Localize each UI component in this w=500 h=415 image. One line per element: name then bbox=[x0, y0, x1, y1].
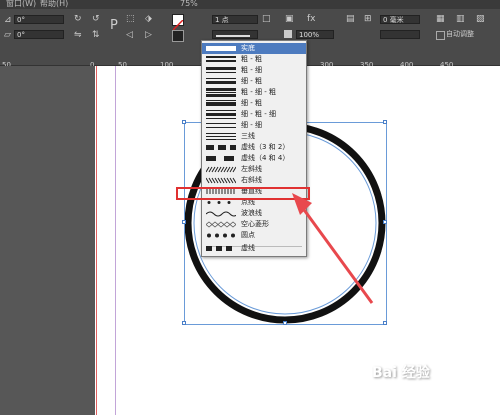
align-icon-3[interactable]: ▧ bbox=[476, 14, 485, 24]
align-icon-1[interactable]: ▦ bbox=[436, 14, 445, 24]
flip-v-icon[interactable]: ⇅ bbox=[92, 30, 100, 40]
select-prev-icon[interactable]: ◁ bbox=[126, 30, 133, 40]
stroke-option-thin-thick-2[interactable]: 细 - 粗 bbox=[202, 98, 306, 109]
rotate-ccw-icon[interactable]: ↺ bbox=[92, 14, 100, 24]
swatch-wavy bbox=[206, 211, 236, 217]
handle-ml[interactable] bbox=[182, 220, 186, 224]
auto-fit-checkbox[interactable] bbox=[436, 31, 445, 40]
fx-icon[interactable]: fx bbox=[307, 14, 316, 24]
shear-field[interactable]: 0° bbox=[14, 30, 64, 39]
handle-bl[interactable] bbox=[182, 321, 186, 325]
align-icon-2[interactable]: ▥ bbox=[456, 14, 465, 24]
opacity-field[interactable]: 100% bbox=[296, 30, 334, 39]
annotation-arrow bbox=[292, 193, 374, 304]
none-slash-icon bbox=[172, 19, 184, 31]
margin-guide bbox=[115, 66, 116, 415]
select-container-icon[interactable]: ⬚ bbox=[126, 14, 135, 24]
swatch-thick-thin bbox=[206, 67, 236, 73]
stroke-option-thin-thick-thin[interactable]: 细 - 粗 - 细 bbox=[202, 109, 306, 120]
swatch-left-slant bbox=[206, 166, 236, 173]
stroke-option-thin-thick[interactable]: 细 - 粗 bbox=[202, 76, 306, 87]
stroke-option-thick-thick[interactable]: 粗 - 粗 bbox=[202, 54, 306, 65]
rotation-field[interactable]: 0° bbox=[14, 15, 64, 24]
handle-br[interactable] bbox=[383, 321, 387, 325]
shadow-icon[interactable]: ▣ bbox=[285, 14, 294, 24]
auto-fit-label: 自动调整 bbox=[446, 30, 474, 38]
swatch-solid bbox=[206, 46, 236, 51]
swatch-triple bbox=[206, 133, 236, 140]
menu-help[interactable]: 帮助(H) bbox=[40, 0, 68, 8]
swatch-round-dots bbox=[207, 233, 235, 238]
zoom-level[interactable]: 75% bbox=[180, 0, 198, 8]
stroke-swatch[interactable] bbox=[172, 30, 184, 42]
offset-field[interactable]: 0 毫米 bbox=[380, 15, 420, 24]
swatch-thick-thin-thick bbox=[206, 88, 236, 97]
shear-icon[interactable]: ▱ bbox=[4, 30, 11, 40]
menu-window[interactable]: 窗口(W) bbox=[6, 0, 36, 8]
select-next-icon[interactable]: ▷ bbox=[145, 30, 152, 40]
rotate-cw-icon[interactable]: ↻ bbox=[74, 14, 82, 24]
select-content-icon[interactable]: ⬗ bbox=[145, 14, 152, 24]
watermark-logo: Bai 经验 bbox=[372, 365, 430, 381]
stroke-option-thick-thin[interactable]: 粗 - 细 bbox=[202, 65, 306, 76]
swatch-dashed-3-2 bbox=[206, 145, 236, 150]
reference-point-icon[interactable]: P bbox=[110, 19, 118, 32]
handle-bm[interactable] bbox=[283, 321, 287, 325]
flip-h-icon[interactable]: ⇋ bbox=[74, 30, 82, 40]
opacity-swatch bbox=[284, 30, 292, 38]
swatch-thick-thick bbox=[206, 56, 236, 62]
bleed-line bbox=[96, 66, 97, 415]
swatch-dashed-4-4 bbox=[206, 156, 234, 161]
swatch-dashes bbox=[206, 246, 232, 251]
stroke-option-dashed-3-2[interactable]: 虚线（3 和 2） bbox=[202, 142, 306, 153]
stroke-style-select[interactable] bbox=[380, 30, 420, 39]
stroke-weight-field[interactable]: 1 点 bbox=[212, 15, 258, 24]
stroke-option-dashed-4-4[interactable]: 虚线（4 和 4） bbox=[202, 153, 306, 164]
stroke-option-triple[interactable]: 三线 bbox=[202, 131, 306, 142]
swatch-thin-thick-thin bbox=[206, 110, 236, 119]
stroke-option-thick-thin-thick[interactable]: 粗 - 细 - 粗 bbox=[202, 87, 306, 98]
stroke-option-solid[interactable]: 实底 bbox=[202, 43, 306, 54]
fill-swatch[interactable] bbox=[172, 14, 184, 31]
stroke-type-select[interactable] bbox=[212, 30, 258, 39]
handle-tr[interactable] bbox=[383, 120, 387, 124]
handle-tl[interactable] bbox=[182, 120, 186, 124]
rotate-icon[interactable]: ⊿ bbox=[4, 15, 12, 25]
fit-icon[interactable]: ⊞ bbox=[364, 14, 372, 24]
wrap-icon[interactable]: ▤ bbox=[346, 14, 355, 24]
stroke-option-thin-thin[interactable]: 细 - 细 bbox=[202, 120, 306, 131]
swatch-thin-thin bbox=[206, 123, 236, 128]
swatch-hollow-diamond bbox=[206, 221, 236, 228]
handle-mr[interactable] bbox=[383, 220, 387, 224]
frame-icon[interactable]: □ bbox=[262, 14, 271, 24]
menu-bar: 窗口(W) 帮助(H) 75% bbox=[0, 0, 500, 9]
control-panel: ⊿ 0° ▱ 0° ↻ ↺ ⇋ ⇅ P ⬚ ⬗ ◁ ▷ 1 点 □ ▣ fx 1… bbox=[0, 9, 500, 44]
swatch-right-slant bbox=[206, 177, 236, 184]
watermark-url: jingyan.baidu.com bbox=[400, 392, 474, 401]
swatch-thin-thick bbox=[206, 78, 236, 84]
stroke-option-left-slant[interactable]: 左斜线 bbox=[202, 164, 306, 175]
swatch-thin-thick-2 bbox=[206, 100, 236, 106]
